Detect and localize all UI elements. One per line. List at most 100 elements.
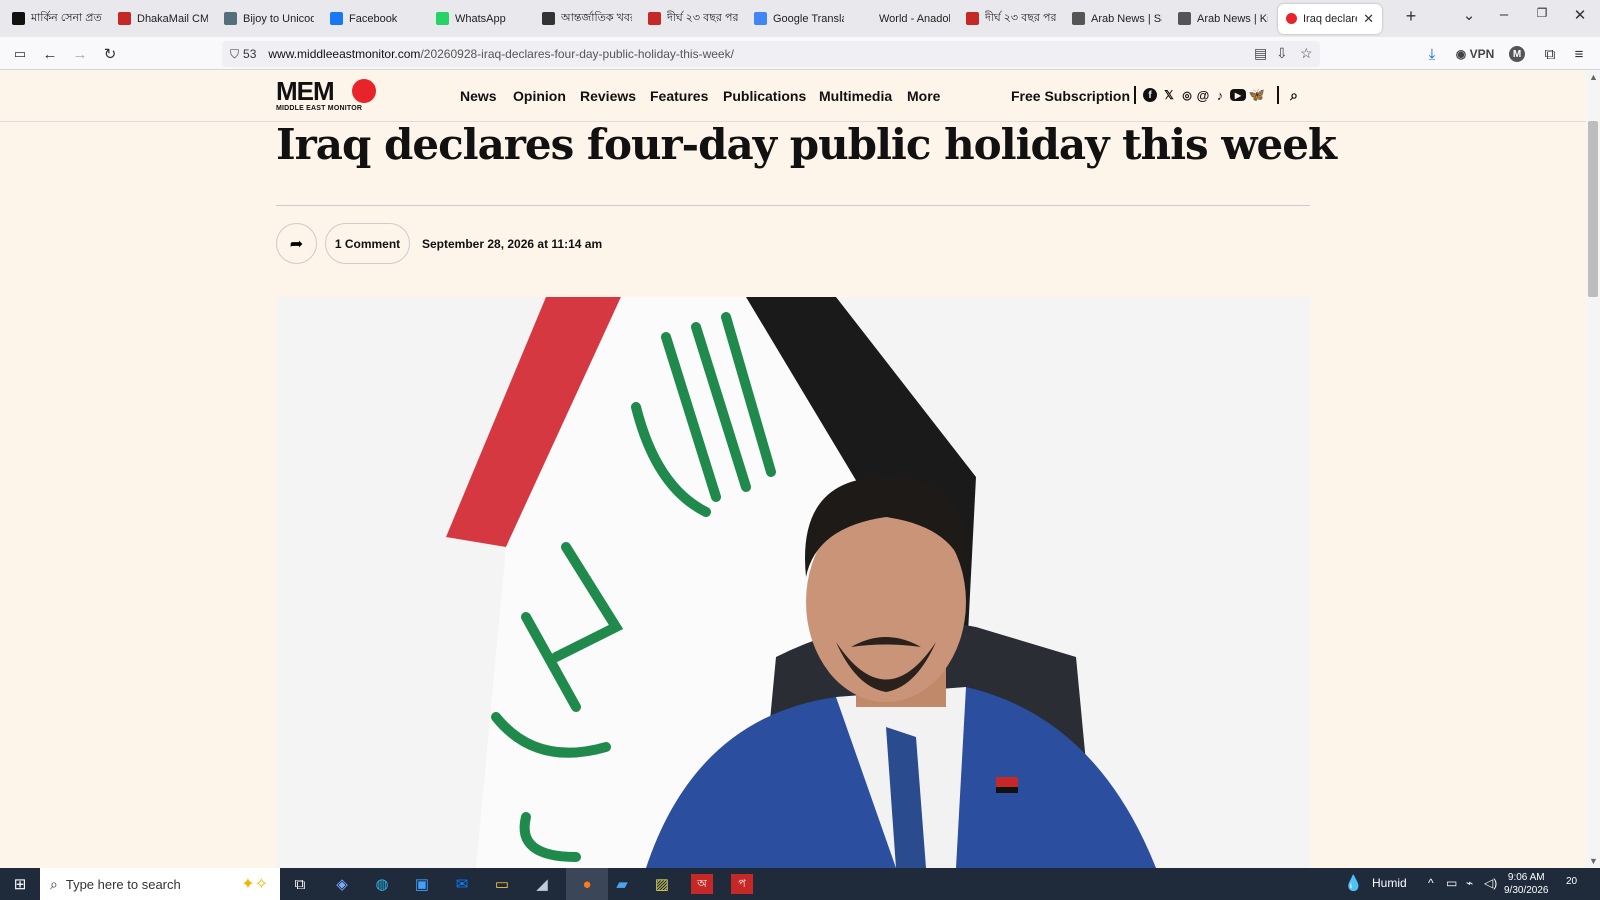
tab-label: Bijoy to Unicode [243, 12, 314, 25]
tab-9[interactable]: দীর্ঘ ২৩ বছর পর [958, 4, 1064, 34]
notifications-badge[interactable]: 20 [1566, 876, 1577, 887]
youtube-icon[interactable]: ▶ [1230, 89, 1246, 101]
new-tab-button[interactable]: + [1398, 6, 1424, 27]
memo-icon [1286, 13, 1297, 24]
firefox-icon[interactable]: ● [566, 868, 608, 900]
tab-label: Facebook [349, 12, 398, 25]
scroll-down-icon[interactable]: ▼ [1589, 856, 1598, 866]
shield-icon: ⛉ [230, 46, 240, 61]
task-view-icon[interactable]: ⧉ [289, 874, 311, 894]
tab-2[interactable]: Bijoy to Unicode [216, 4, 322, 34]
restore-button[interactable]: ❐ [1529, 6, 1555, 20]
scroll-up-icon[interactable]: ▲ [1589, 72, 1598, 82]
app-icon[interactable]: ▰ [611, 874, 633, 894]
nav-publications[interactable]: Publications [723, 88, 806, 104]
volume-icon[interactable]: ◁) [1484, 876, 1497, 890]
threads-icon[interactable]: @ [1195, 87, 1211, 103]
tab-6[interactable]: দীর্ঘ ২৩ বছর পর [640, 4, 746, 34]
bluesky-icon[interactable]: 🦋 [1249, 87, 1265, 103]
nav-opinion[interactable]: Opinion [513, 88, 566, 104]
web-page: MEM MIDDLE EAST MONITOR News Opinion Rev… [0, 70, 1586, 868]
tab-label: WhatsApp [455, 12, 506, 25]
x-icon[interactable]: 𝕏 [1161, 87, 1177, 103]
bookmark-star-icon[interactable]: ☆ [1300, 45, 1313, 62]
tab-label: World - Anadolu [879, 12, 950, 25]
comments-button[interactable]: 1 Comment [325, 223, 410, 264]
nav-news[interactable]: News [460, 88, 497, 104]
downloads-icon[interactable]: ⤓ [1421, 43, 1443, 65]
extensions-icon[interactable]: ⧉ [1539, 43, 1561, 65]
windows-start-icon[interactable]: ⊞ [9, 874, 31, 894]
clock-time: 9:06 AM [1507, 872, 1545, 883]
tab-active[interactable]: Iraq declares ✕ [1278, 3, 1382, 34]
tab-8[interactable]: World - Anadolu [852, 4, 958, 34]
article-date: September 28, 2026 at 11:14 am [422, 237, 603, 251]
tab-label: Iraq declares [1303, 12, 1357, 25]
store-icon[interactable]: ▣ [411, 874, 433, 894]
app-icon[interactable]: ◢ [531, 874, 553, 894]
scrollbar-thumb[interactable] [1588, 121, 1598, 297]
search-icon[interactable]: ⌕ [1286, 87, 1302, 103]
tab-11[interactable]: Arab News | Kin [1170, 4, 1276, 34]
tab-10[interactable]: Arab News | Sau [1064, 4, 1170, 34]
weather-label[interactable]: Humid [1372, 876, 1407, 890]
save-page-icon[interactable]: ⇩ [1276, 45, 1288, 62]
url-bar[interactable]: ⛉ 53 www.middleeastmonitor.com/20260928-… [222, 41, 1320, 67]
facebook-icon [330, 12, 343, 25]
outlook-icon[interactable]: ✉ [451, 874, 473, 894]
location-icon[interactable]: ⌁ [1466, 876, 1473, 890]
prothom-alo-icon[interactable]: প [731, 874, 753, 894]
windows-taskbar: ⊞ ⌕ Type here to search ✦✧ ⧉ ◈ ◍ ▣ ✉ ▭ ◢… [0, 868, 1600, 900]
show-hidden-icons[interactable]: ^ [1428, 876, 1434, 890]
ajker-patrika-icon[interactable]: অ [691, 874, 713, 894]
news-icon [542, 12, 555, 25]
share-button[interactable]: ➦ [276, 223, 317, 264]
account-avatar[interactable]: M [1509, 46, 1525, 62]
tab-label: আন্তর্জাতিক খবর [561, 12, 632, 24]
tracking-shield[interactable]: ⛉ 53 [230, 47, 256, 62]
whatsapp-icon [436, 12, 449, 25]
reload-icon[interactable]: ↻ [99, 43, 121, 65]
tab-label: Arab News | Sau [1091, 12, 1162, 25]
edge-icon[interactable]: ◍ [371, 874, 393, 894]
list-tabs-icon[interactable]: ⌄ [1456, 6, 1482, 24]
file-explorer-icon[interactable]: ▭ [491, 874, 513, 894]
copilot-icon[interactable]: ◈ [331, 874, 353, 894]
instagram-icon[interactable]: ◎ [1179, 87, 1195, 103]
prothom-icon [966, 12, 979, 25]
minimize-button[interactable]: – [1491, 6, 1517, 23]
nav-multimedia[interactable]: Multimedia [819, 88, 892, 104]
tab-7[interactable]: Google Translate [746, 4, 852, 34]
tiktok-icon[interactable]: ♪ [1212, 87, 1228, 103]
clock-date: 9/30/2026 [1504, 885, 1549, 896]
nav-more[interactable]: More [907, 88, 940, 104]
tab-1[interactable]: DhakaMail CMS [110, 4, 216, 34]
url-text[interactable]: www.middleeastmonitor.com/20260928-iraq-… [268, 47, 734, 61]
tab-5[interactable]: আন্তর্জাতিক খবর [534, 4, 640, 34]
window-close-button[interactable]: ✕ [1567, 6, 1593, 24]
free-subscription-link[interactable]: Free Subscription [1011, 88, 1130, 104]
facebook-icon[interactable]: f [1143, 88, 1157, 102]
arabnews-icon [1072, 12, 1085, 25]
memo-logo[interactable]: MEM MIDDLE EAST MONITOR [276, 78, 380, 116]
close-icon[interactable]: ✕ [1363, 11, 1374, 27]
reader-view-icon[interactable]: ▤ [1254, 45, 1267, 62]
page-scrollbar[interactable]: ▲ ▼ [1586, 70, 1600, 868]
back-icon[interactable]: ← [39, 43, 61, 65]
vpn-button[interactable]: ◉ VPN [1452, 43, 1498, 65]
anadolu-icon [860, 12, 873, 25]
forward-icon[interactable]: → [69, 43, 91, 65]
tab-3[interactable]: Facebook [322, 4, 428, 34]
nav-features[interactable]: Features [650, 88, 708, 104]
sidebar-icon[interactable]: ▭ [9, 43, 31, 65]
taskbar-search[interactable]: ⌕ Type here to search ✦✧ [40, 868, 280, 900]
network-icon[interactable]: ▭ [1446, 876, 1457, 890]
tab-4[interactable]: WhatsApp [428, 4, 534, 34]
menu-icon[interactable]: ≡ [1568, 43, 1590, 65]
notepad-icon[interactable]: ▨ [651, 874, 673, 894]
site-header: MEM MIDDLE EAST MONITOR News Opinion Rev… [0, 70, 1586, 122]
title-divider [276, 205, 1310, 206]
tab-0[interactable]: মার্কিন সেনা প্রত [4, 4, 110, 34]
nav-reviews[interactable]: Reviews [580, 88, 636, 104]
taskbar-clock[interactable]: 9:06 AM 9/30/2026 [1504, 871, 1549, 897]
